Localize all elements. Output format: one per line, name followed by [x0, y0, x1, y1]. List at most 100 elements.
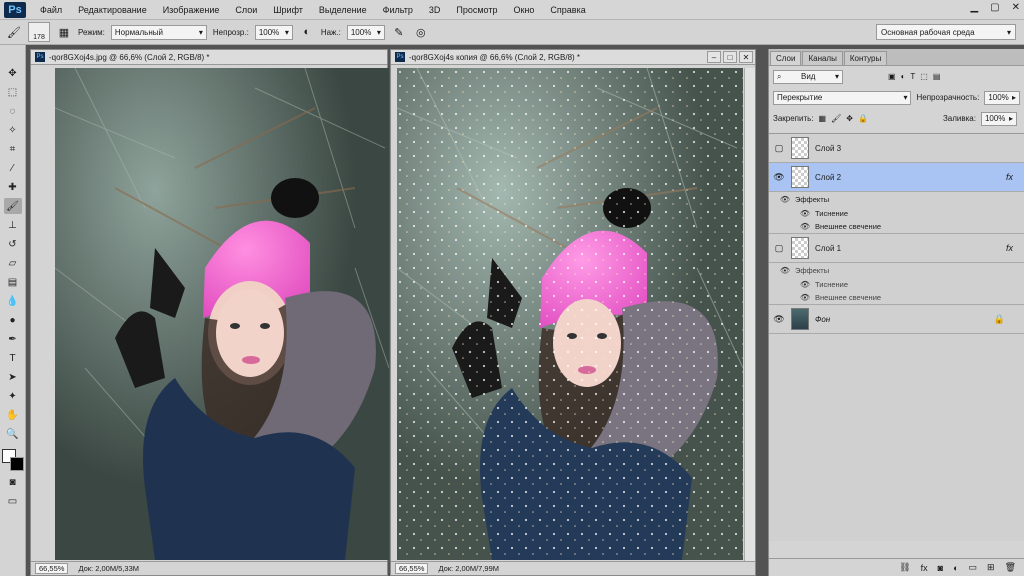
- workspace-select[interactable]: Основная рабочая среда ▾: [876, 24, 1016, 40]
- menu-3d[interactable]: 3D: [421, 5, 449, 15]
- tab-paths[interactable]: Контуры: [843, 51, 888, 65]
- lock-position-icon[interactable]: ✥: [846, 114, 853, 123]
- eye-icon[interactable]: 👁: [795, 293, 815, 302]
- fx-icon[interactable]: fx: [1006, 172, 1013, 182]
- marquee-icon[interactable]: ⬚: [4, 84, 22, 100]
- new-group-icon[interactable]: ▭: [969, 562, 978, 573]
- tab-channels[interactable]: Каналы: [802, 51, 843, 65]
- new-layer-icon[interactable]: ⊞: [987, 562, 995, 573]
- screen-mode-icon[interactable]: ▭: [4, 493, 22, 509]
- image-filter-icon[interactable]: ▣: [888, 72, 896, 81]
- tab-layers[interactable]: Слои: [770, 51, 802, 65]
- effect-name[interactable]: Внешнее свечение: [815, 222, 881, 231]
- history-brush-icon[interactable]: ↺: [4, 236, 22, 252]
- mode-select[interactable]: Нормальный ▾: [110, 24, 207, 40]
- lasso-icon[interactable]: ◌: [4, 103, 22, 119]
- menu-filter[interactable]: Фильтр: [375, 5, 421, 15]
- menu-file[interactable]: Файл: [32, 5, 70, 15]
- crop-icon[interactable]: ⌗: [4, 141, 22, 157]
- filter-kind-select[interactable]: ⌕ Вид ▾: [773, 69, 843, 84]
- lock-all-icon[interactable]: 🔒: [858, 114, 868, 123]
- effect-name[interactable]: Внешнее свечение: [815, 293, 881, 302]
- opacity-select[interactable]: 100% ▾: [254, 24, 293, 40]
- layer-name[interactable]: Слой 3: [815, 144, 841, 153]
- dodge-icon[interactable]: ●: [4, 312, 22, 328]
- menu-edit[interactable]: Редактирование: [70, 5, 155, 15]
- stamp-icon[interactable]: ⊥: [4, 217, 22, 233]
- lock-pixels-icon[interactable]: 🖌: [831, 114, 841, 123]
- minimize-icon[interactable]: –: [707, 51, 721, 63]
- airbrush-icon[interactable]: ✎: [391, 24, 407, 40]
- brush-tool-icon[interactable]: 🖌: [6, 24, 22, 40]
- background-color[interactable]: [9, 457, 24, 471]
- menu-image[interactable]: Изображение: [155, 5, 228, 15]
- menu-select[interactable]: Выделение: [311, 5, 375, 15]
- type-filter-icon[interactable]: T: [910, 72, 915, 81]
- maximize-icon[interactable]: □: [723, 51, 737, 63]
- effect-name[interactable]: Тиснение: [815, 280, 848, 289]
- canvas-1[interactable]: [55, 68, 389, 560]
- close-icon[interactable]: ✕: [1012, 2, 1020, 13]
- gradient-icon[interactable]: ▤: [4, 274, 22, 290]
- path-select-icon[interactable]: ➤: [4, 369, 22, 385]
- delete-layer-icon[interactable]: 🗑: [1005, 562, 1016, 573]
- lock-transparency-icon[interactable]: ▦: [819, 114, 827, 123]
- zoom-icon[interactable]: 🔍: [4, 426, 22, 442]
- fill-field[interactable]: 100% ▸: [980, 111, 1017, 126]
- quick-mask-icon[interactable]: ◙: [4, 474, 22, 490]
- blur-icon[interactable]: 💧: [4, 293, 22, 309]
- smart-filter-icon[interactable]: ▤: [933, 72, 941, 81]
- layer-opacity-field[interactable]: 100% ▸: [984, 90, 1020, 105]
- menu-help[interactable]: Справка: [542, 5, 593, 15]
- eye-icon[interactable]: 👁: [775, 266, 795, 275]
- menu-view[interactable]: Просмотр: [448, 5, 505, 15]
- eye-icon[interactable]: 👁: [795, 222, 815, 231]
- layer-row-layer1[interactable]: ▢ Слой 1 fx: [769, 234, 1024, 263]
- type-icon[interactable]: T: [4, 350, 22, 366]
- layer-name[interactable]: Слой 2: [815, 173, 841, 182]
- maximize-icon[interactable]: ▢: [990, 2, 999, 13]
- pressure-opacity-icon[interactable]: ◐: [299, 24, 315, 40]
- eyedropper-icon[interactable]: ⁄: [4, 160, 22, 176]
- brush-size-picker[interactable]: 178: [28, 22, 50, 42]
- adjustment-layer-icon[interactable]: ◐: [953, 563, 958, 573]
- pen-icon[interactable]: ✒: [4, 331, 22, 347]
- layer-name[interactable]: Фон: [815, 315, 830, 324]
- healing-icon[interactable]: ✚: [4, 179, 22, 195]
- quick-select-icon[interactable]: ✧: [4, 122, 22, 138]
- pressure-size-icon[interactable]: ◎: [413, 24, 429, 40]
- shape-icon[interactable]: ✦: [4, 388, 22, 404]
- visibility-toggle-off[interactable]: ▢: [769, 243, 789, 254]
- hand-icon[interactable]: ✋: [4, 407, 22, 423]
- eye-icon[interactable]: 👁: [795, 280, 815, 289]
- menu-window[interactable]: Окно: [505, 5, 542, 15]
- effect-name[interactable]: Тиснение: [815, 209, 848, 218]
- menu-layers[interactable]: Слои: [227, 5, 265, 15]
- layer-name[interactable]: Слой 1: [815, 244, 841, 253]
- vertical-scrollbar[interactable]: [744, 68, 755, 563]
- zoom-field-2[interactable]: 66,55%: [395, 563, 429, 574]
- zoom-field-1[interactable]: 66,55%: [35, 563, 69, 574]
- brush-panel-icon[interactable]: ▦: [56, 24, 72, 40]
- link-layers-icon[interactable]: ⛓: [899, 562, 910, 573]
- move-icon[interactable]: ✥: [4, 65, 22, 81]
- eye-icon[interactable]: 👁: [769, 314, 789, 325]
- brush-icon[interactable]: 🖌: [3, 198, 22, 214]
- add-mask-icon[interactable]: ◙: [938, 563, 943, 573]
- color-swatches[interactable]: [1, 449, 24, 471]
- blend-mode-select[interactable]: Перекрытие ▾: [773, 90, 912, 105]
- eraser-icon[interactable]: ▱: [4, 255, 22, 271]
- minimize-icon[interactable]: ▁: [970, 2, 978, 13]
- adjustment-filter-icon[interactable]: ◐: [901, 72, 906, 81]
- eye-icon[interactable]: 👁: [775, 195, 795, 204]
- visibility-toggle-off[interactable]: ▢: [769, 143, 789, 154]
- pressure-select[interactable]: 100% ▾: [346, 24, 385, 40]
- add-style-icon[interactable]: fx: [921, 563, 928, 573]
- layer-row-layer3[interactable]: ▢ Слой 3: [769, 134, 1024, 163]
- shape-filter-icon[interactable]: ⬚: [920, 72, 928, 81]
- layer-row-background[interactable]: 👁 Фон 🔒: [769, 305, 1024, 334]
- fx-icon[interactable]: fx: [1006, 243, 1013, 253]
- close-icon[interactable]: ✕: [739, 51, 753, 63]
- menu-type[interactable]: Шрифт: [265, 5, 311, 15]
- eye-icon[interactable]: 👁: [795, 209, 815, 218]
